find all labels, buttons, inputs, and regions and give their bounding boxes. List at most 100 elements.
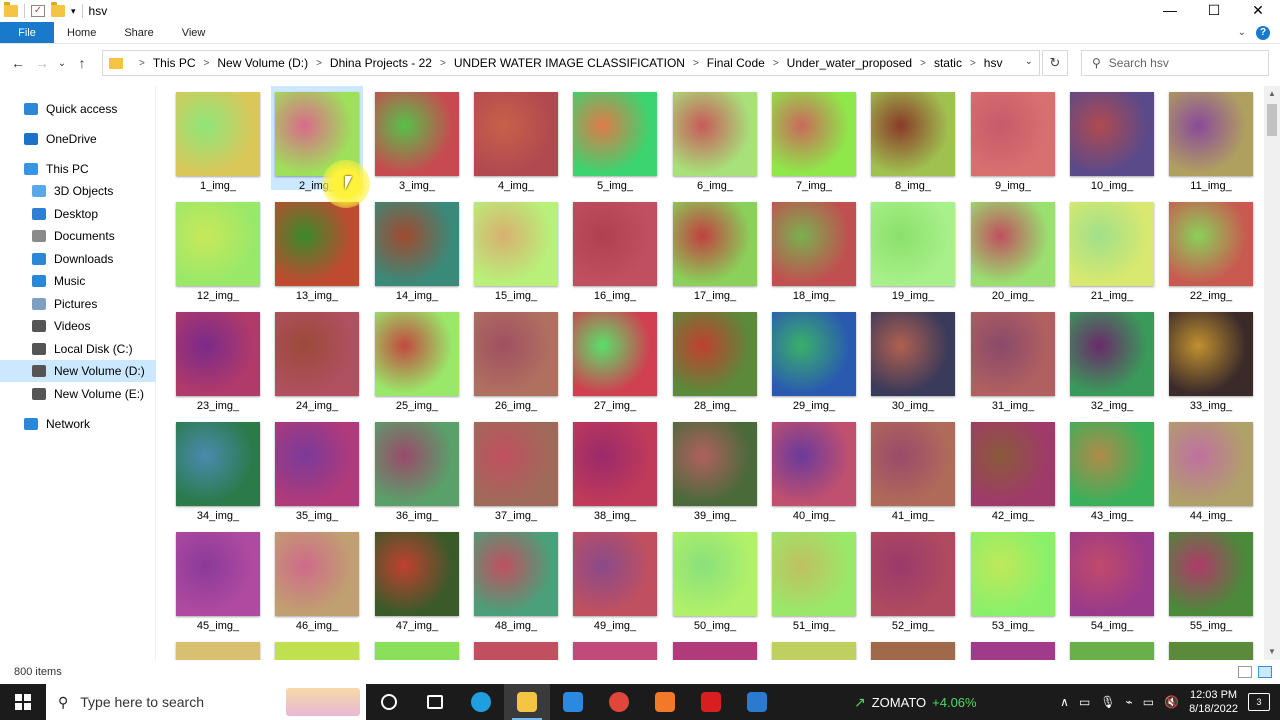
chevron-right-icon[interactable]: > [773, 58, 779, 69]
chevron-right-icon[interactable]: > [139, 58, 145, 69]
breadcrumb-under-water-proposed[interactable]: Under_water_proposed [787, 56, 912, 70]
breadcrumb-static[interactable]: static [934, 56, 962, 70]
file-item[interactable]: 4_img_ [470, 86, 562, 192]
meet-now-icon[interactable]: ▭ [1079, 695, 1090, 709]
file-item[interactable]: 34_img_ [172, 416, 264, 522]
vertical-scrollbar[interactable]: ▲ ▼ [1264, 86, 1280, 660]
sidebar-item-music[interactable]: Music [0, 270, 156, 292]
taskbar-app-file-explorer[interactable] [504, 684, 550, 720]
file-item[interactable]: 12_img_ [172, 196, 264, 302]
file-item[interactable]: 1_img_ [172, 86, 264, 192]
file-item[interactable]: 26_img_ [470, 306, 562, 412]
sidebar-item-onedrive[interactable]: OneDrive [0, 128, 156, 150]
sidebar-item-local-disk-c[interactable]: Local Disk (C:) [0, 338, 156, 360]
chevron-right-icon[interactable]: > [440, 58, 446, 69]
file-item[interactable]: 5_img_ [569, 86, 661, 192]
file-item[interactable]: 43_img_ [1066, 416, 1158, 522]
sidebar-item-new-volume-e[interactable]: New Volume (E:) [0, 383, 156, 405]
taskbar-app-edge[interactable] [458, 684, 504, 720]
address-dropdown-icon[interactable]: ⌄ [1025, 56, 1033, 67]
file-item[interactable]: 24_img_ [271, 306, 363, 412]
file-item[interactable]: 48_img_ [470, 526, 562, 632]
maximize-button[interactable]: ☐ [1192, 0, 1236, 22]
search-highlight-image[interactable] [286, 688, 360, 716]
file-item[interactable]: 7_img_ [768, 86, 860, 192]
sidebar-item-downloads[interactable]: Downloads [0, 248, 156, 270]
file-item[interactable]: 27_img_ [569, 306, 661, 412]
properties-icon[interactable]: ✓ [31, 5, 45, 17]
file-item[interactable]: 50_img_ [669, 526, 761, 632]
file-item[interactable]: 40_img_ [768, 416, 860, 522]
taskbar-app-task-view[interactable] [412, 684, 458, 720]
breadcrumb-new-volume-d[interactable]: New Volume (D:) [217, 56, 308, 70]
file-item[interactable] [172, 636, 264, 660]
file-item[interactable] [271, 636, 363, 660]
help-icon[interactable]: ? [1256, 25, 1270, 40]
file-item[interactable]: 3_img_ [371, 86, 463, 192]
file-item[interactable]: 49_img_ [569, 526, 661, 632]
sidebar-item-videos[interactable]: Videos [0, 315, 156, 337]
breadcrumb-dhina-projects[interactable]: Dhina Projects - 22 [330, 56, 432, 70]
microphone-icon[interactable]: 🎙 [1100, 695, 1115, 709]
file-item[interactable] [1165, 636, 1257, 660]
file-item[interactable]: 14_img_ [371, 196, 463, 302]
chevron-right-icon[interactable]: > [920, 58, 926, 69]
file-item[interactable]: 45_img_ [172, 526, 264, 632]
taskbar-search[interactable]: ⚲ Type here to search [46, 684, 366, 720]
tab-view[interactable]: View [168, 22, 220, 43]
breadcrumb-hsv[interactable]: hsv [984, 56, 1003, 70]
file-item[interactable]: 20_img_ [967, 196, 1059, 302]
file-item[interactable]: 35_img_ [271, 416, 363, 522]
taskbar-app-vscode[interactable] [550, 684, 596, 720]
start-button[interactable] [0, 684, 46, 720]
file-item[interactable] [1066, 636, 1158, 660]
file-item[interactable]: 39_img_ [669, 416, 761, 522]
scroll-up-icon[interactable]: ▲ [1264, 86, 1280, 102]
breadcrumb-under-water[interactable]: UNDER WATER IMAGE CLASSIFICATION [454, 56, 685, 70]
file-item[interactable]: 55_img_ [1165, 526, 1257, 632]
file-item[interactable] [967, 636, 1059, 660]
file-item[interactable]: 11_img_ [1165, 86, 1257, 192]
file-item[interactable]: 52_img_ [867, 526, 959, 632]
file-item[interactable] [569, 636, 661, 660]
file-item[interactable]: 51_img_ [768, 526, 860, 632]
file-item[interactable] [669, 636, 761, 660]
details-view-icon[interactable] [1238, 666, 1252, 678]
taskbar-app-chrome[interactable] [596, 684, 642, 720]
expand-ribbon-icon[interactable]: ⌄ [1238, 27, 1246, 38]
file-item[interactable]: 22_img_ [1165, 196, 1257, 302]
file-item[interactable]: 53_img_ [967, 526, 1059, 632]
breadcrumb-this-pc[interactable]: This PC [153, 56, 196, 70]
file-item[interactable]: 47_img_ [371, 526, 463, 632]
notification-center-icon[interactable]: 3 [1248, 693, 1270, 711]
file-item[interactable]: 32_img_ [1066, 306, 1158, 412]
new-folder-icon[interactable] [51, 2, 65, 17]
recent-locations-button[interactable]: ⌄ [54, 58, 70, 69]
network-icon[interactable]: ▭ [1143, 695, 1154, 709]
file-item[interactable]: 10_img_ [1066, 86, 1158, 192]
tab-share[interactable]: Share [110, 22, 167, 43]
chevron-right-icon[interactable]: > [970, 58, 976, 69]
taskbar-app-acrobat[interactable] [688, 684, 734, 720]
tab-file[interactable]: File [0, 22, 54, 43]
file-item[interactable]: 42_img_ [967, 416, 1059, 522]
minimize-button[interactable]: — [1148, 0, 1192, 22]
usb-icon[interactable]: ⌁ [1126, 695, 1133, 709]
file-item[interactable]: 21_img_ [1066, 196, 1158, 302]
chevron-right-icon[interactable]: > [693, 58, 699, 69]
file-item[interactable]: 19_img_ [867, 196, 959, 302]
sidebar-item-desktop[interactable]: Desktop [0, 203, 156, 225]
scroll-down-icon[interactable]: ▼ [1264, 644, 1280, 660]
file-item[interactable] [470, 636, 562, 660]
show-hidden-icons-icon[interactable]: ∧ [1060, 695, 1069, 709]
file-item[interactable]: 25_img_ [371, 306, 463, 412]
sidebar-item-documents[interactable]: Documents [0, 225, 156, 247]
close-button[interactable]: ✕ [1236, 0, 1280, 22]
file-item[interactable]: 9_img_ [967, 86, 1059, 192]
file-item[interactable]: 31_img_ [967, 306, 1059, 412]
sidebar-item-new-volume-d[interactable]: New Volume (D:) [0, 360, 156, 382]
cortana-button[interactable] [366, 684, 412, 720]
file-item[interactable]: 16_img_ [569, 196, 661, 302]
search-box[interactable]: ⚲ Search hsv [1081, 50, 1269, 76]
file-item[interactable] [371, 636, 463, 660]
